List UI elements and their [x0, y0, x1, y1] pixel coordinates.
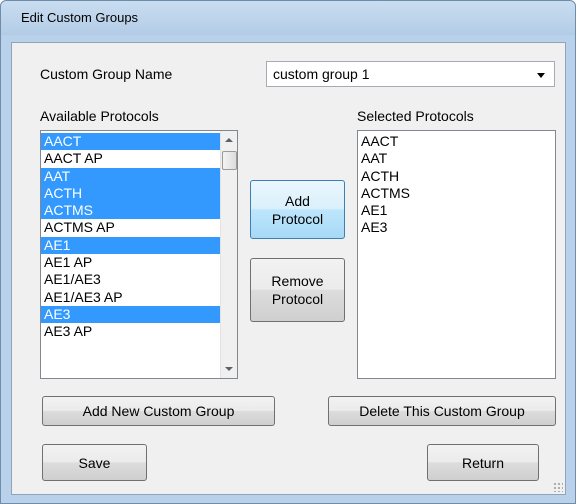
selected-protocol-item[interactable]: AAT [358, 150, 555, 167]
scroll-thumb[interactable] [222, 151, 237, 170]
title-bar[interactable]: Edit Custom Groups [1, 1, 575, 35]
save-button[interactable]: Save [42, 444, 147, 481]
available-protocols-label: Available Protocols [40, 108, 159, 124]
remove-protocol-label-line2: Protocol [271, 291, 324, 307]
available-protocol-item[interactable]: AE1 AP [41, 254, 221, 271]
return-button[interactable]: Return [427, 444, 539, 481]
selected-protocol-item[interactable]: AACT [358, 133, 555, 150]
custom-group-name-dropdown[interactable]: custom group 1 [266, 61, 555, 87]
add-protocol-label-line1: Add [285, 192, 310, 209]
add-protocol-label-line2: Protocol [271, 210, 324, 227]
delete-custom-group-button[interactable]: Delete This Custom Group [328, 396, 556, 426]
available-protocol-item[interactable]: AE3 [41, 305, 221, 324]
chevron-down-icon[interactable] [537, 73, 545, 78]
add-new-custom-group-button[interactable]: Add New Custom Group [42, 396, 275, 426]
available-protocol-item[interactable]: AE1 [41, 236, 221, 255]
window-title: Edit Custom Groups [21, 10, 139, 25]
dialog-body: Custom Group Name custom group 1 Availab… [11, 42, 566, 495]
available-protocol-item[interactable]: ACTH [41, 184, 221, 203]
selected-protocol-item[interactable]: ACTH [358, 168, 555, 185]
scroll-up-arrow-icon[interactable] [225, 138, 233, 142]
available-protocol-item[interactable]: AACT AP [41, 150, 221, 167]
edit-custom-groups-window: Edit Custom Groups Custom Group Name cus… [0, 0, 576, 504]
available-protocol-item[interactable]: ACTMS AP [41, 219, 221, 236]
remove-protocol-button[interactable]: Remove Protocol [250, 258, 345, 322]
available-protocol-item[interactable]: AAT [41, 167, 221, 185]
custom-group-name-label: Custom Group Name [40, 66, 173, 82]
selected-protocol-item[interactable]: AE3 [358, 219, 555, 236]
custom-group-name-value: custom group 1 [273, 66, 370, 82]
available-protocol-item[interactable]: AE1/AE3 AP [41, 289, 221, 306]
selected-protocol-item[interactable]: ACTMS [358, 185, 555, 202]
available-protocol-item[interactable]: ACTMS [41, 202, 221, 220]
selected-protocol-item[interactable]: AE1 [358, 202, 555, 219]
selected-protocols-label: Selected Protocols [357, 108, 474, 124]
available-protocol-item[interactable]: AE3 AP [41, 323, 221, 340]
scroll-down-arrow-icon[interactable] [225, 367, 233, 371]
available-protocols-list[interactable]: AACT AACT AP AAT ACTH ACTMS ACTMS AP AE1 AE1 AP… [40, 130, 238, 379]
available-protocol-item[interactable]: AACT [41, 133, 221, 151]
available-protocols-scrollbar[interactable] [220, 131, 237, 378]
resize-grip-icon[interactable] [553, 482, 563, 492]
add-protocol-button[interactable]: Add Protocol [250, 180, 345, 239]
remove-protocol-label-line1: Remove [271, 273, 324, 289]
available-protocol-item[interactable]: AE1/AE3 [41, 271, 221, 288]
selected-protocols-list[interactable]: AACT AAT ACTH ACTMS AE1 AE3 [357, 130, 556, 379]
